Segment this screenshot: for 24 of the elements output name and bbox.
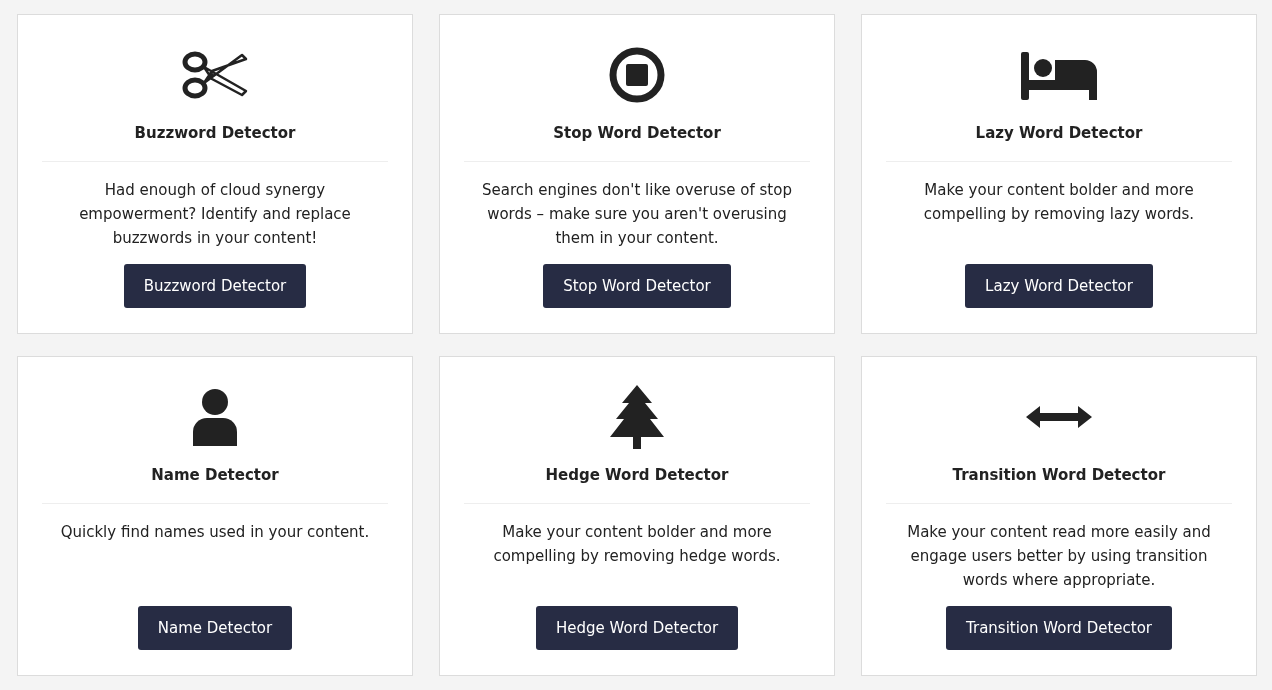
detector-button[interactable]: Transition Word Detector xyxy=(946,605,1172,650)
card-description: Make your content read more easily and engage users better by using transition words where appropriate. xyxy=(906,521,1212,591)
detector-button[interactable]: Name Detector xyxy=(137,605,293,650)
scissors-icon xyxy=(182,49,248,101)
detector-button[interactable]: Hedge Word Detector xyxy=(535,605,739,650)
user-icon xyxy=(191,387,239,446)
detector-button[interactable]: Stop Word Detector xyxy=(543,264,731,308)
detector-button[interactable]: Buzzword Detector xyxy=(123,264,307,308)
card-description: Search engines don't like overuse of stop words – make sure you aren't overusing them in your content. xyxy=(481,180,793,249)
card-title: Lazy Word Detector xyxy=(975,123,1143,143)
card-title: Hedge Word Detector xyxy=(545,464,729,485)
card-description: Quickly find names used in your content. xyxy=(60,521,370,543)
bed-icon xyxy=(1021,50,1097,100)
tree-icon xyxy=(610,384,664,449)
card-title: Stop Word Detector xyxy=(553,123,721,143)
card-title: Transition Word Detector xyxy=(952,464,1166,485)
double-arrow-icon xyxy=(1026,404,1092,429)
card-title: Name Detector xyxy=(151,464,279,485)
card-description: Make your content bolder and more compelling by removing hedge words. xyxy=(492,521,782,567)
card-title: Buzzword Detector xyxy=(134,123,296,143)
stop-icon xyxy=(609,47,665,103)
detector-button[interactable]: Lazy Word Detector xyxy=(965,264,1153,308)
card-description: Make your content bolder and more compelling by removing lazy words. xyxy=(922,180,1196,225)
card-description: Had enough of cloud synergy empowerment? Identify and replace buzzwords in your content! xyxy=(78,180,352,249)
